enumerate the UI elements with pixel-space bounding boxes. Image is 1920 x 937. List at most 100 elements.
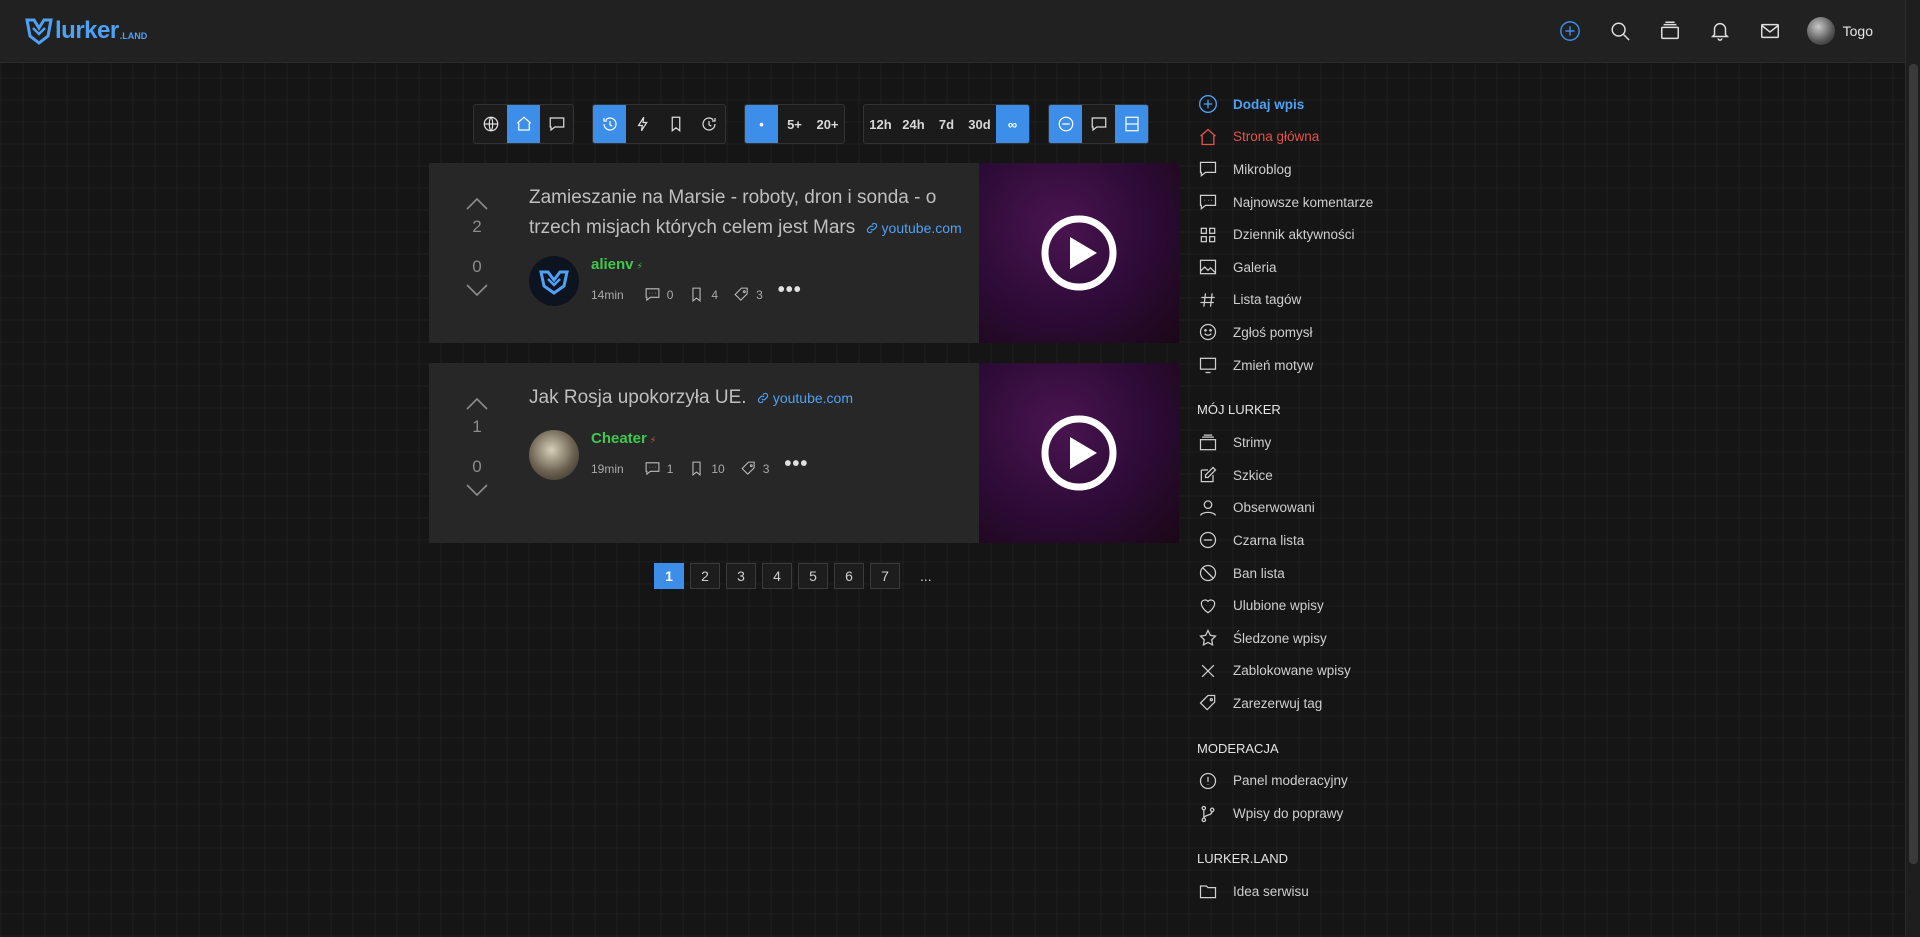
view-comments-button[interactable]	[1082, 105, 1115, 143]
sidebar-item-microblog[interactable]: Mikroblog	[1197, 153, 1517, 186]
post-title[interactable]: Jak Rosja upokorzyła UE.	[529, 387, 747, 408]
image-icon	[1199, 259, 1217, 275]
time-24h-button[interactable]: 24h	[897, 105, 930, 143]
page-4-button[interactable]: 4	[762, 563, 792, 589]
sidebar-item-blacklist[interactable]: Czarna lista	[1197, 524, 1517, 557]
sidebar-item-posts-to-fix[interactable]: Wpisy do poprawy	[1197, 797, 1517, 830]
downvote-icon[interactable]	[463, 481, 491, 499]
page-1-button[interactable]: 1	[654, 563, 684, 589]
sidebar-item-tracked[interactable]: Śledzone wpisy	[1197, 622, 1517, 655]
smile-icon	[1199, 324, 1217, 341]
sidebar-item-add-post[interactable]: Dodaj wpis	[1197, 88, 1517, 121]
home-icon	[1200, 128, 1216, 146]
bolt-icon	[636, 116, 648, 132]
sidebar-item-activity-log[interactable]: Dziennik aktywności	[1197, 218, 1517, 251]
sidebar-item-site-idea[interactable]: Idea serwisu	[1197, 875, 1517, 908]
bookmarks-stat[interactable]: 10	[688, 460, 725, 477]
page-7-button[interactable]: 7	[870, 563, 900, 589]
site-logo[interactable]: lurker .LAND	[25, 16, 147, 46]
tags-stat[interactable]: 3	[733, 286, 763, 303]
sidebar-item-tag-list[interactable]: Lista tagów	[1197, 284, 1517, 317]
alert-circle-icon	[1199, 772, 1217, 790]
upvote-icon[interactable]	[463, 395, 491, 413]
search-icon[interactable]	[1607, 18, 1633, 44]
time-30d-button[interactable]: 30d	[963, 105, 996, 143]
sidebar-item-gallery[interactable]: Galeria	[1197, 251, 1517, 284]
scrollbar-thumb[interactable]	[1909, 64, 1918, 864]
author-name[interactable]: alienv	[591, 256, 634, 273]
post-card: 1 0 Jak Rosja upokorzyła UE. youtube.com…	[429, 363, 1179, 543]
post-meta: alienv ⚡ 14min 0 4 3 •••	[529, 256, 802, 306]
author-name[interactable]: Cheater	[591, 430, 647, 447]
sidebar-item-label: Najnowsze komentarze	[1233, 194, 1374, 210]
sidebar-item-mod-panel[interactable]: Panel moderacyjny	[1197, 765, 1517, 798]
sort-recent-button[interactable]	[692, 105, 725, 143]
time-filter-group: 12h 24h 7d 30d ∞	[863, 104, 1030, 144]
sidebar-item-change-theme[interactable]: Zmień motyw	[1197, 349, 1517, 382]
bookmarks-count: 4	[711, 287, 719, 302]
upvote-icon[interactable]	[463, 195, 491, 213]
hash-icon	[1200, 293, 1215, 307]
filter-all-button[interactable]	[474, 105, 507, 143]
sidebar-item-ban-list[interactable]: Ban lista	[1197, 557, 1517, 590]
sort-saved-button[interactable]	[659, 105, 692, 143]
filter-home-button[interactable]	[507, 105, 540, 143]
bookmarks-stat[interactable]: 4	[688, 286, 718, 303]
tag-icon	[741, 461, 755, 475]
video-thumbnail[interactable]	[979, 363, 1179, 543]
page-6-button[interactable]: 6	[834, 563, 864, 589]
sidebar-item-drafts[interactable]: Szkice	[1197, 459, 1517, 492]
source-link[interactable]: youtube.com	[861, 220, 962, 236]
sidebar-item-following[interactable]: Obserwowani	[1197, 492, 1517, 525]
sidebar-item-reserve-tag[interactable]: Zarezerwuj tag	[1197, 687, 1517, 720]
more-options-icon[interactable]: •••	[784, 453, 808, 476]
filter-bar: • 5+ 20+ 12h 24h 7d 30d ∞	[473, 104, 1167, 144]
comments-stat[interactable]: 0	[644, 286, 673, 303]
scrollbar[interactable]	[1905, 0, 1920, 937]
view-compact-button[interactable]	[1049, 105, 1082, 143]
view-layout-button[interactable]	[1115, 105, 1148, 143]
tag-icon	[1199, 695, 1216, 711]
source-domain: youtube.com	[881, 220, 962, 236]
logo-text: lurker	[55, 17, 119, 44]
tags-stat[interactable]: 3	[740, 460, 769, 477]
comment-icon	[1091, 117, 1106, 132]
user-icon	[1199, 500, 1217, 516]
comments-stat[interactable]: 1	[644, 460, 673, 477]
sidebar-item-blocked[interactable]: Zablokowane wpisy	[1197, 655, 1517, 688]
sidebar-item-suggest-idea[interactable]: Zgłoś pomysł	[1197, 316, 1517, 349]
source-link[interactable]: youtube.com	[752, 390, 853, 406]
sidebar-item-streams[interactable]: Strimy	[1197, 426, 1517, 459]
upvote-count: 1	[472, 417, 482, 436]
time-all-button[interactable]: ∞	[996, 105, 1029, 143]
time-12h-button[interactable]: 12h	[864, 105, 897, 143]
sidebar-item-favorites[interactable]: Ulubione wpisy	[1197, 589, 1517, 622]
minus-circle-icon	[1199, 532, 1217, 549]
votes-any-button[interactable]: •	[745, 105, 778, 143]
time-7d-button[interactable]: 7d	[930, 105, 963, 143]
add-post-icon[interactable]	[1557, 18, 1583, 44]
tags-count: 3	[756, 287, 763, 302]
sort-hot-button[interactable]	[626, 105, 659, 143]
stack-icon[interactable]	[1657, 18, 1683, 44]
downvote-icon[interactable]	[463, 281, 491, 299]
monitor-icon	[1199, 357, 1217, 374]
bell-icon[interactable]	[1707, 18, 1733, 44]
author-avatar[interactable]	[529, 256, 579, 306]
mail-icon[interactable]	[1757, 18, 1783, 44]
video-thumbnail[interactable]	[979, 163, 1179, 343]
page-3-button[interactable]: 3	[726, 563, 756, 589]
votes-20-button[interactable]: 20+	[811, 105, 844, 143]
author-avatar[interactable]	[529, 430, 579, 480]
votes-5-button[interactable]: 5+	[778, 105, 811, 143]
filter-microblog-button[interactable]	[540, 105, 573, 143]
sidebar-item-label: Wpisy do poprawy	[1233, 806, 1344, 822]
page-5-button[interactable]: 5	[798, 563, 828, 589]
user-menu[interactable]: Togo	[1806, 17, 1873, 45]
pagination-ellipsis: ...	[920, 568, 932, 584]
sidebar-item-home[interactable]: Strona główna	[1197, 121, 1517, 154]
sort-newest-button[interactable]	[593, 105, 626, 143]
more-options-icon[interactable]: •••	[778, 279, 802, 302]
sidebar-item-latest-comments[interactable]: Najnowsze komentarze	[1197, 186, 1517, 219]
page-2-button[interactable]: 2	[690, 563, 720, 589]
